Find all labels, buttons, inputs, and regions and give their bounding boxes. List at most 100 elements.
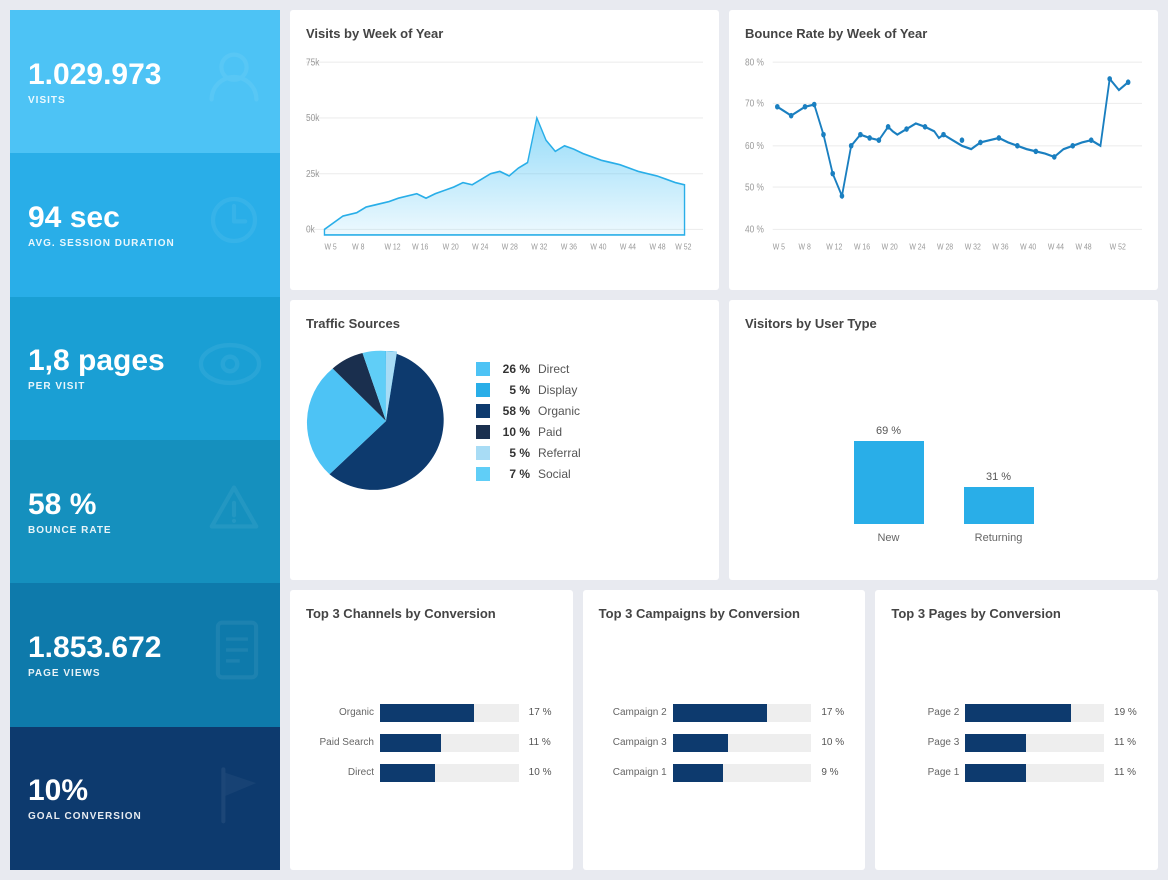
hbar-label-2: Campaign 1 xyxy=(599,767,667,778)
hbar-row-channels-chart-2: Direct 10 % xyxy=(306,764,557,782)
hbar-label-1: Paid Search xyxy=(306,737,374,748)
svg-text:W 36: W 36 xyxy=(992,242,1008,252)
stat-label-3: BOUNCE RATE xyxy=(28,525,112,536)
hbar-label-1: Campaign 3 xyxy=(599,737,667,748)
top-pages-panel: Top 3 Pages by Conversion Page 2 19 % Pa… xyxy=(875,590,1158,870)
legend-label-1: Display xyxy=(538,383,577,397)
hbar-row-campaigns-chart-2: Campaign 1 9 % xyxy=(599,764,850,782)
stat-card-1: 94 sec AVG. SESSION DURATION xyxy=(10,153,280,296)
stat-value-1: 94 sec xyxy=(28,201,175,234)
row-charts: Visits by Week of Year 75k 50k 25k 0k xyxy=(290,10,1158,290)
hbar-label-2: Page 1 xyxy=(891,767,959,778)
user-bar-group-1: 31 % Returning xyxy=(964,471,1034,544)
hbar-track-2 xyxy=(380,764,519,782)
legend-dot-5 xyxy=(476,467,490,481)
svg-text:40 %: 40 % xyxy=(745,224,764,235)
pie-svg xyxy=(306,341,466,501)
hbar-pct-2: 11 % xyxy=(1114,767,1142,778)
pie-chart xyxy=(306,341,466,501)
top-channels-title: Top 3 Channels by Conversion xyxy=(306,606,557,621)
legend-pct-0: 26 % xyxy=(498,362,530,376)
stat-card-4: 1.853.672 PAGE VIEWS xyxy=(10,583,280,726)
svg-text:W 40: W 40 xyxy=(590,242,606,252)
svg-text:W 8: W 8 xyxy=(799,242,811,252)
svg-text:0k: 0k xyxy=(306,224,315,235)
hbar-row-channels-chart-0: Organic 17 % xyxy=(306,704,557,722)
stat-label-1: AVG. SESSION DURATION xyxy=(28,238,175,249)
svg-text:W 44: W 44 xyxy=(620,242,637,252)
traffic-legend: 26 % Direct 5 % Display 58 % Organic 10 … xyxy=(476,362,703,481)
sidebar: 1.029.973 VISITS 94 sec AVG. SESSION DUR… xyxy=(10,10,280,870)
stat-icon-2 xyxy=(198,342,262,395)
hbar-row-campaigns-chart-0: Campaign 2 17 % xyxy=(599,704,850,722)
user-bar-pct-0: 69 % xyxy=(876,425,901,437)
stat-value-5: 10% xyxy=(28,774,142,807)
legend-item-2: 58 % Organic xyxy=(476,404,703,418)
legend-label-0: Direct xyxy=(538,362,569,376)
legend-dot-2 xyxy=(476,404,490,418)
user-type-bars: 69 % New 31 % Returning xyxy=(745,341,1142,564)
hbar-pct-2: 9 % xyxy=(821,767,849,778)
legend-dot-1 xyxy=(476,383,490,397)
visits-chart-title: Visits by Week of Year xyxy=(306,26,703,41)
hbar-fill-1 xyxy=(965,734,1026,752)
bounce-chart-area: 80 % 70 % 60 % 50 % 40 % xyxy=(745,51,1142,274)
hbar-fill-2 xyxy=(965,764,1026,782)
stat-card-3: 58 % BOUNCE RATE xyxy=(10,440,280,583)
stat-card-0: 1.029.973 VISITS xyxy=(10,10,280,153)
legend-item-5: 7 % Social xyxy=(476,467,703,481)
legend-pct-1: 5 % xyxy=(498,383,530,397)
legend-dot-3 xyxy=(476,425,490,439)
user-bar-group-0: 69 % New xyxy=(854,425,924,544)
svg-text:W 44: W 44 xyxy=(1048,242,1065,252)
svg-text:W 5: W 5 xyxy=(773,242,785,252)
top-campaigns-chart: Campaign 2 17 % Campaign 3 10 % Campaign… xyxy=(599,631,850,854)
legend-item-3: 10 % Paid xyxy=(476,425,703,439)
svg-text:W 40: W 40 xyxy=(1020,242,1036,252)
stat-card-5: 10% GOAL CONVERSION xyxy=(10,727,280,870)
svg-text:W 20: W 20 xyxy=(882,242,898,252)
hbar-track-0 xyxy=(673,704,812,722)
main-content: Visits by Week of Year 75k 50k 25k 0k xyxy=(290,10,1158,870)
stat-card-2: 1,8 pages PER VISIT xyxy=(10,297,280,440)
legend-pct-4: 5 % xyxy=(498,446,530,460)
hbar-track-0 xyxy=(380,704,519,722)
svg-text:W 28: W 28 xyxy=(502,242,518,252)
hbar-track-1 xyxy=(673,734,812,752)
hbar-fill-2 xyxy=(673,764,723,782)
hbar-track-1 xyxy=(380,734,519,752)
hbar-pct-1: 10 % xyxy=(821,737,849,748)
hbar-track-0 xyxy=(965,704,1104,722)
bounce-chart-panel: Bounce Rate by Week of Year 80 % 70 % 60… xyxy=(729,10,1158,290)
top-channels-chart: Organic 17 % Paid Search 11 % Direct 10 … xyxy=(306,631,557,854)
stat-value-2: 1,8 pages xyxy=(28,344,165,377)
bounce-svg: 80 % 70 % 60 % 50 % 40 % xyxy=(745,51,1142,274)
bounce-chart-title: Bounce Rate by Week of Year xyxy=(745,26,1142,41)
svg-text:W 20: W 20 xyxy=(443,242,459,252)
stat-label-5: GOAL CONVERSION xyxy=(28,811,142,822)
top-pages-title: Top 3 Pages by Conversion xyxy=(891,606,1142,621)
hbar-label-0: Page 2 xyxy=(891,707,959,718)
svg-text:W 12: W 12 xyxy=(384,242,400,252)
stat-text-4: 1.853.672 PAGE VIEWS xyxy=(28,631,161,679)
stat-icon-0 xyxy=(206,49,262,114)
stat-label-4: PAGE VIEWS xyxy=(28,668,161,679)
hbar-row-pages-chart-1: Page 3 11 % xyxy=(891,734,1142,752)
hbar-row-channels-chart-1: Paid Search 11 % xyxy=(306,734,557,752)
stat-label-2: PER VISIT xyxy=(28,381,165,392)
stat-text-2: 1,8 pages PER VISIT xyxy=(28,344,165,392)
hbar-track-1 xyxy=(965,734,1104,752)
traffic-sources-panel: Traffic Sources xyxy=(290,300,719,580)
legend-item-4: 5 % Referral xyxy=(476,446,703,460)
legend-label-4: Referral xyxy=(538,446,581,460)
user-type-panel: Visitors by User Type 69 % New 31 % Retu… xyxy=(729,300,1158,580)
stat-value-0: 1.029.973 xyxy=(28,58,161,91)
hbar-fill-0 xyxy=(380,704,474,722)
legend-pct-2: 58 % xyxy=(498,404,530,418)
stat-label-0: VISITS xyxy=(28,95,161,106)
top-channels-panel: Top 3 Channels by Conversion Organic 17 … xyxy=(290,590,573,870)
legend-item-1: 5 % Display xyxy=(476,383,703,397)
stat-text-3: 58 % BOUNCE RATE xyxy=(28,488,112,536)
hbar-row-campaigns-chart-1: Campaign 3 10 % xyxy=(599,734,850,752)
svg-text:50 %: 50 % xyxy=(745,182,764,193)
